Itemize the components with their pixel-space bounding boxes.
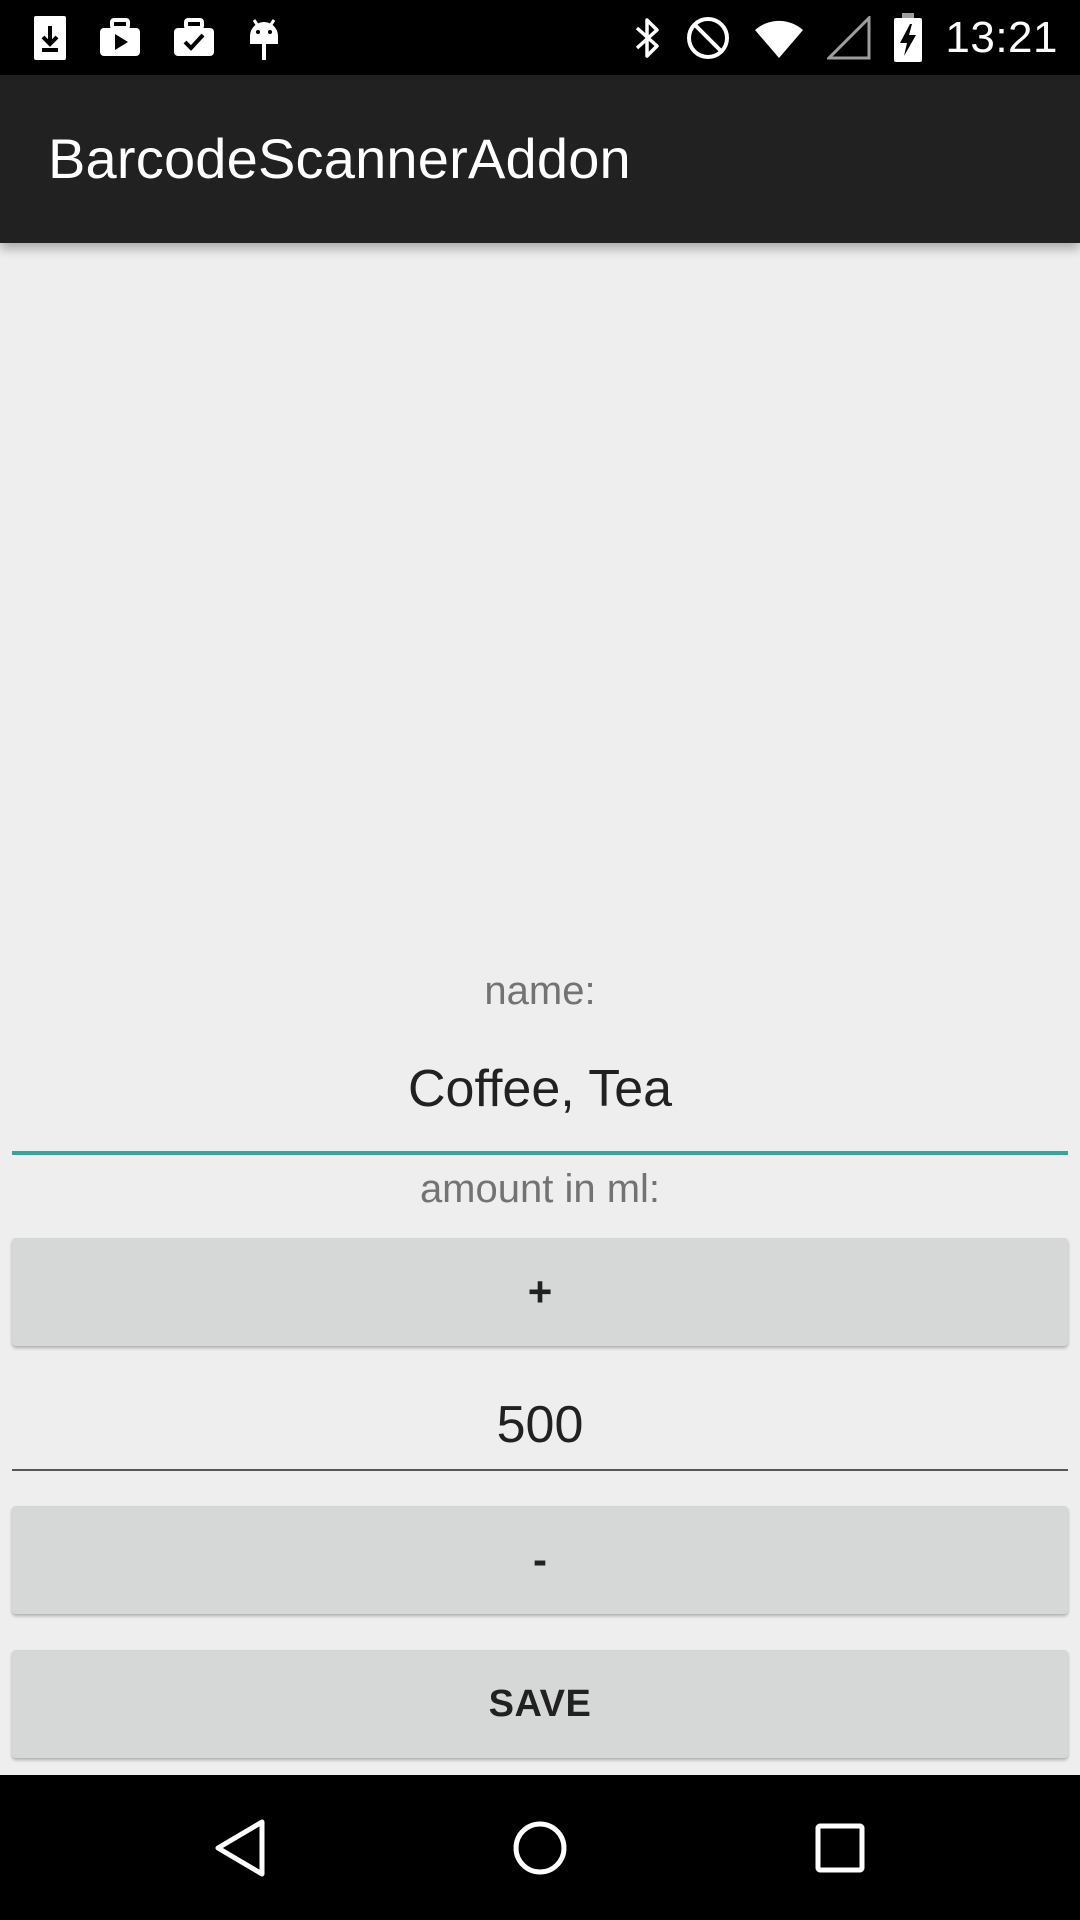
app-bar: BarcodeScannerAddon bbox=[0, 75, 1080, 243]
home-icon bbox=[513, 1821, 567, 1874]
increase-button[interactable]: + bbox=[12, 1238, 1068, 1346]
name-input-value: Coffee, Tea bbox=[407, 1060, 673, 1118]
name-label: name: bbox=[484, 969, 596, 1013]
save-button[interactable]: SAVE bbox=[12, 1650, 1068, 1758]
back-icon bbox=[215, 1819, 265, 1876]
navigation-bar bbox=[0, 1775, 1080, 1920]
battery-charging-icon bbox=[894, 13, 923, 62]
status-bar: 13:21 bbox=[0, 0, 1080, 75]
decrease-button[interactable]: - bbox=[12, 1506, 1068, 1614]
notification-icons bbox=[32, 12, 282, 64]
cellular-signal-icon bbox=[827, 16, 871, 60]
amount-input-value: 500 bbox=[496, 1396, 584, 1454]
status-time: 13:21 bbox=[945, 13, 1058, 62]
recents-button[interactable] bbox=[740, 1775, 940, 1920]
bluetooth-icon bbox=[636, 18, 660, 58]
back-button[interactable] bbox=[140, 1775, 340, 1920]
youtube-icon bbox=[100, 18, 140, 56]
amount-input[interactable]: 500 bbox=[12, 1383, 1068, 1471]
main-content: name: Coffee, Tea amount in ml: + 500 - … bbox=[0, 243, 1080, 1775]
android-icon bbox=[250, 19, 278, 60]
amount-label: amount in ml: bbox=[419, 1167, 661, 1211]
do-not-disturb-icon bbox=[687, 17, 730, 59]
home-button[interactable] bbox=[440, 1775, 640, 1920]
system-icons: 13:21 bbox=[633, 10, 1058, 66]
app-title: BarcodeScannerAddon bbox=[48, 127, 631, 190]
briefcase-check-icon bbox=[174, 18, 214, 56]
recents-icon bbox=[815, 1823, 865, 1872]
download-icon bbox=[34, 16, 66, 60]
wifi-icon bbox=[755, 20, 804, 58]
name-input[interactable]: Coffee, Tea bbox=[12, 1043, 1068, 1155]
